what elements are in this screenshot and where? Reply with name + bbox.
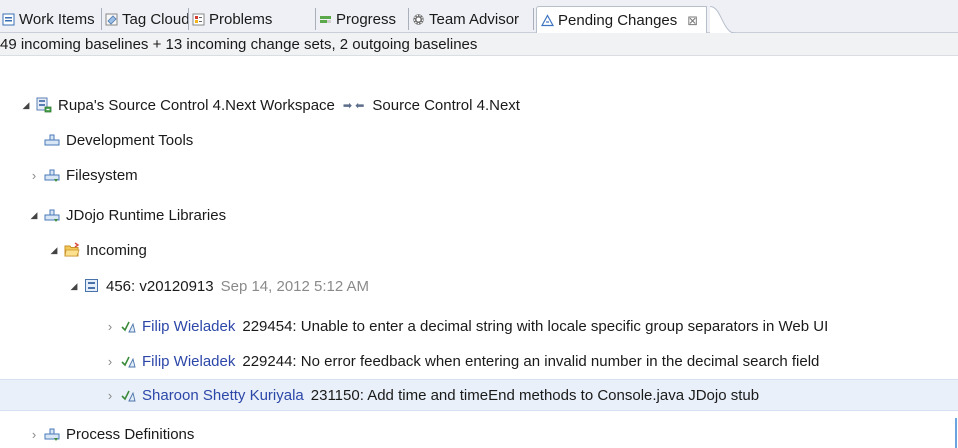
component-name: Development Tools <box>66 131 194 149</box>
component-name: JDojo Runtime Libraries <box>66 206 227 224</box>
expanded-arrow-icon[interactable]: ◢ <box>28 210 40 221</box>
problems-icon <box>192 13 205 26</box>
collapsed-arrow-icon[interactable]: › <box>28 168 40 183</box>
tab-separator <box>533 8 534 30</box>
baseline-icon <box>85 279 98 292</box>
tab-label: Work Items <box>19 11 95 28</box>
collapsed-arrow-icon[interactable]: › <box>28 427 40 442</box>
tab-progress[interactable]: Progress <box>319 6 396 33</box>
tree-row-component[interactable]: Development Tools <box>0 124 958 156</box>
change-set-icon <box>121 321 136 333</box>
tree-row-component[interactable]: › Filesystem <box>0 159 958 191</box>
progress-icon <box>320 16 331 23</box>
change-set-author[interactable]: Filip Wieladek <box>142 353 235 370</box>
change-set-description: 231150: Add time and timeEnd methods to … <box>310 386 760 404</box>
view-tab-bar: Work Items Tag Cloud Problems Progress T… <box>0 0 958 34</box>
component-icon <box>44 134 60 146</box>
baseline-name: 456: v20120913 <box>106 277 214 295</box>
incoming-label: Incoming <box>86 241 147 259</box>
expanded-arrow-icon[interactable]: ◢ <box>48 245 60 256</box>
change-set-author[interactable]: Sharoon Shetty Kuriyala <box>142 387 304 404</box>
component-icon <box>44 209 60 222</box>
tree-row-workspace[interactable]: ◢ Rupa's Source Control 4.Next Workspace… <box>0 89 958 121</box>
tab-curve <box>710 6 736 34</box>
change-set-icon <box>121 390 136 402</box>
tree-row-change-set[interactable]: › Filip Wieladek 229454: Unable to enter… <box>0 310 958 342</box>
collapsed-arrow-icon[interactable]: › <box>104 354 116 369</box>
change-set-icon <box>121 356 136 368</box>
tab-pending-changes[interactable]: Pending Changes ⊠ <box>536 6 708 34</box>
tab-label: Team Advisor <box>429 11 520 28</box>
tab-separator <box>315 8 316 30</box>
incoming-folder-icon <box>64 242 80 257</box>
tab-separator <box>408 8 409 30</box>
close-icon[interactable]: ⊠ <box>687 13 698 29</box>
flow-direction-icon: ➡ ⬅ <box>342 99 365 112</box>
tag-cloud-icon <box>105 13 118 26</box>
component-icon <box>44 169 60 182</box>
tree-row-change-set-selected[interactable]: › Sharoon Shetty Kuriyala 231150: Add ti… <box>0 379 958 411</box>
change-set-description: 229244: No error feedback when entering … <box>242 352 820 370</box>
tab-problems[interactable]: Problems <box>192 6 272 33</box>
tab-separator <box>188 8 189 30</box>
baseline-date: Sep 14, 2012 5:12 AM <box>220 277 370 295</box>
pending-changes-icon <box>541 14 554 27</box>
expanded-arrow-icon[interactable]: ◢ <box>20 100 32 111</box>
component-name: Process Definitions <box>66 425 195 443</box>
component-name: Filesystem <box>66 166 138 184</box>
flow-target-name: Source Control 4.Next <box>372 96 520 114</box>
tab-team-advisor[interactable]: Team Advisor <box>412 6 519 33</box>
tree-row-component[interactable]: ◢ JDojo Runtime Libraries <box>0 199 958 231</box>
collapsed-arrow-icon[interactable]: › <box>104 319 116 334</box>
tab-work-items[interactable]: Work Items <box>2 6 95 33</box>
tab-tag-cloud[interactable]: Tag Cloud <box>105 6 190 33</box>
tree-row-change-set[interactable]: › Filip Wieladek 229244: No error feedba… <box>0 345 958 377</box>
expanded-arrow-icon[interactable]: ◢ <box>68 281 80 292</box>
work-items-icon <box>2 13 15 26</box>
component-icon <box>44 428 60 441</box>
tree-row-incoming-folder[interactable]: ◢ Incoming <box>0 234 958 266</box>
gear-icon <box>413 14 424 25</box>
change-set-description: 229454: Unable to enter a decimal string… <box>242 317 829 335</box>
tab-label: Problems <box>209 11 273 28</box>
tree-row-component[interactable]: › Process Definitions <box>0 420 958 448</box>
tab-label: Progress <box>336 11 397 28</box>
tab-label: Tag Cloud <box>122 11 190 28</box>
collapsed-arrow-icon[interactable]: › <box>104 388 116 403</box>
change-set-author[interactable]: Filip Wieladek <box>142 318 235 335</box>
pending-changes-summary: 49 incoming baselines + 13 incoming chan… <box>0 33 958 56</box>
tab-label: Pending Changes <box>558 12 678 29</box>
workspace-name: Rupa's Source Control 4.Next Workspace <box>58 96 335 114</box>
focus-edge <box>955 418 957 448</box>
workspace-icon <box>36 97 52 113</box>
tree-row-baseline[interactable]: ◢ 456: v20120913 Sep 14, 2012 5:12 AM <box>0 270 958 302</box>
tab-separator <box>101 8 102 30</box>
